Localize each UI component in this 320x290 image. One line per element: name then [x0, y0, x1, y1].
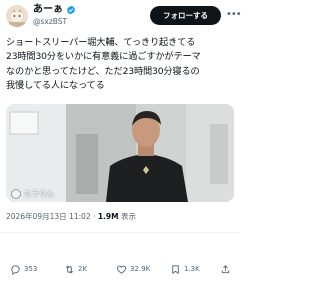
verified-badge-icon [67, 5, 75, 15]
more-options-icon[interactable]: ••• [226, 9, 242, 21]
follow-button[interactable]: フォローする [150, 6, 221, 25]
heart-icon [116, 265, 127, 274]
tweet-actions: 353 2K 32.9K 1.3K [0, 259, 240, 279]
retweet-button[interactable]: 2K [64, 259, 87, 279]
tweet-text-line: なのかと思ってたけど、ただ23時間30分寝るの [6, 65, 200, 77]
reply-count: 353 [24, 265, 38, 273]
like-button[interactable]: 32.9K [116, 259, 150, 279]
tweet-text-line: ショートスリーパー堀大輔、てっきり起きてる [6, 37, 196, 48]
share-icon [221, 264, 230, 273]
reply-icon [11, 264, 20, 275]
tweet-datetime[interactable]: 2026年09月13日 11:02 [6, 212, 91, 221]
retweet-count: 2K [78, 265, 88, 273]
like-count: 32.9K [130, 265, 151, 273]
retweet-icon [65, 265, 74, 273]
watermark-label: たうりん [24, 189, 54, 198]
views-label: 表示 [120, 212, 136, 221]
tweet-text: ショートスリーパー堀大輔、てっきり起きてる 23時間30分をいかに有意義に過ごす… [6, 36, 235, 93]
tweet-text-line: 23時間30分をいかに有意義に過ごすかがテーマ [6, 51, 201, 63]
author-display-name[interactable]: あーぁ [33, 4, 63, 16]
bookmark-icon [172, 264, 179, 274]
tweet-header: あーぁ @sxzBST フォローする ••• [0, 0, 242, 32]
video-watermark: たうりん [11, 188, 54, 200]
share-button[interactable] [220, 259, 231, 279]
author-handle[interactable]: @sxzBST [33, 17, 67, 27]
divider [0, 232, 240, 233]
bookmark-count: 1.3K [184, 265, 200, 273]
views-count: 1.9M [97, 212, 119, 221]
meta-separator: · [93, 212, 96, 221]
author-avatar[interactable] [6, 5, 28, 27]
tweet-meta: 2026年09月13日 11:02 · 1.9M 表示 [6, 211, 136, 223]
reply-button[interactable]: 353 [10, 259, 37, 279]
watermark-logo-icon [11, 189, 21, 199]
author-name-row: あーぁ [33, 4, 76, 16]
tweet-text-line: 我慢してる人になってる [6, 79, 105, 91]
bookmark-button[interactable]: 1.3K [170, 259, 200, 279]
tweet-video[interactable]: たうりん [6, 104, 234, 202]
